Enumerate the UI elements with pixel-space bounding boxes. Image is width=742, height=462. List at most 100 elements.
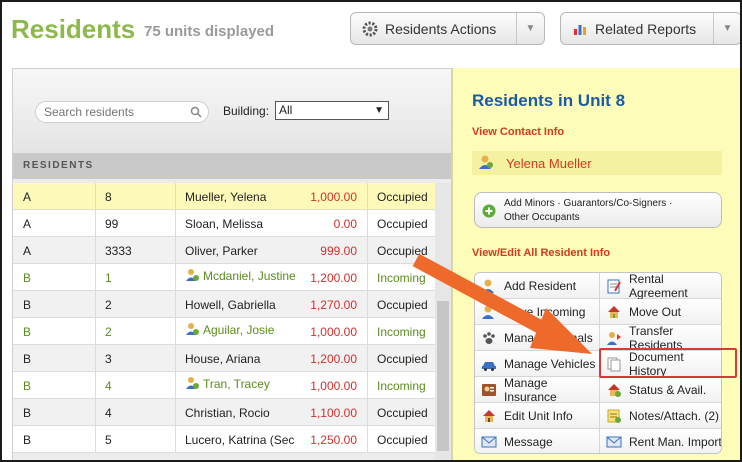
edit-unit-info-label: Edit Unit Info <box>504 408 573 423</box>
cell-amount: 1,000.00 <box>310 325 357 339</box>
cell-amount: 1,200.00 <box>310 352 357 366</box>
cell-name: Mcdaniel, Justine <box>203 269 296 283</box>
units-count: 75 units displayed <box>144 23 275 40</box>
person-icon <box>478 154 494 173</box>
add-occupants-label-line2: Other Occupants <box>504 212 580 223</box>
rent-man-import-button[interactable]: Rent Man. Import <box>599 429 721 453</box>
cell-status: Incoming <box>377 325 426 339</box>
chevron-down-icon: ▼ <box>374 105 384 116</box>
table-row[interactable]: B 2 Aguilar, Josie 1,000.00 Incoming <box>13 318 435 345</box>
message-label: Message <box>504 434 553 449</box>
cell-building: B <box>23 298 32 312</box>
table-scrollbar[interactable] <box>435 183 451 460</box>
chevron-down-icon[interactable]: ▼ <box>713 13 740 44</box>
transfer-residents-button[interactable]: Transfer Residents <box>599 323 721 352</box>
documents-icon <box>605 355 623 373</box>
cell-amount: 999.00 <box>320 244 357 258</box>
move-incoming-label: Move Incoming <box>504 304 586 319</box>
unit-actions-grid: Add Resident Rental Agreement Move Incom… <box>474 272 722 454</box>
view-edit-resident-info-link[interactable]: View/Edit All Resident Info <box>472 247 610 259</box>
app-window: Residents 75 units displayed Residents A… <box>0 0 742 462</box>
scrollbar-thumb[interactable] <box>437 301 449 451</box>
cell-amount: 1,000.00 <box>310 379 357 393</box>
view-contact-info-link[interactable]: View Contact Info <box>472 126 564 138</box>
column-divider <box>175 183 176 453</box>
cell-status: Occupied <box>377 244 428 258</box>
residents-actions-button[interactable]: Residents Actions ▼ <box>350 12 545 45</box>
manage-insurance-label: Manage Insurance <box>504 375 557 404</box>
move-out-button[interactable]: Move Out <box>599 299 721 325</box>
table-row[interactable]: B 3 House, Ariana 1,200.00 Occupied <box>13 345 435 372</box>
table-row[interactable]: B 4 Christian, Rocio 1,100.00 Occupied <box>13 399 435 426</box>
cell-building: B <box>23 325 32 339</box>
manage-vehicles-label: Manage Vehicles <box>504 356 596 371</box>
move-incoming-button[interactable]: Move Incoming <box>475 299 599 325</box>
table-row[interactable]: B 1 Mcdaniel, Justine 1,200.00 Incoming <box>13 264 435 291</box>
cell-unit: 5 <box>105 433 112 447</box>
cell-name-wrap: Tran, Tracey <box>185 376 305 393</box>
building-label: Building: <box>223 104 270 118</box>
column-divider <box>367 183 368 453</box>
manage-animals-button[interactable]: Manage Animals <box>475 325 599 351</box>
add-occupants-label-line1: Add Minors · Guarantors/Co-Signers · <box>504 198 673 209</box>
manage-animals-label: Manage Animals <box>504 330 593 345</box>
cell-unit: 2 <box>105 325 112 339</box>
cell-name: House, Ariana <box>185 352 261 366</box>
document-history-button[interactable]: Document History <box>599 349 721 378</box>
cell-status: Occupied <box>377 190 428 204</box>
table-row[interactable]: B 4 Tran, Tracey 1,000.00 Incoming <box>13 372 435 399</box>
table-row[interactable]: B 2 Howell, Gabriella 1,270.00 Occupied <box>13 291 435 318</box>
cell-name: Howell, Gabriella <box>185 298 276 312</box>
status-avail-button[interactable]: Status & Avail. <box>599 377 721 403</box>
chevron-down-icon[interactable]: ▼ <box>516 13 544 44</box>
cell-unit: 99 <box>105 217 119 231</box>
search-toolbar: Building: All ▼ <box>13 69 451 153</box>
table-row[interactable]: A 99 Sloan, Melissa 0.00 Occupied <box>13 210 435 237</box>
status-avail-label: Status & Avail. <box>629 382 707 397</box>
cell-name-wrap: Mcdaniel, Justine <box>185 268 305 285</box>
add-resident-button[interactable]: Add Resident <box>475 273 599 299</box>
house-status-icon <box>605 381 623 399</box>
table-row[interactable]: A 8 Mueller, Yelena 1,000.00 Occupied <box>13 183 435 210</box>
message-button[interactable]: Message <box>475 429 599 453</box>
transfer-residents-label: Transfer Residents <box>629 323 683 352</box>
rental-agreement-button[interactable]: Rental Agreement <box>599 272 721 300</box>
building-select[interactable]: All ▼ <box>275 101 389 120</box>
envelope-import-icon <box>605 433 623 451</box>
document-history-label: Document History <box>629 349 684 378</box>
manage-vehicles-button[interactable]: Manage Vehicles <box>475 351 599 377</box>
person-icon <box>185 322 199 339</box>
move-out-label: Move Out <box>629 304 682 319</box>
cell-building: B <box>23 406 32 420</box>
rental-agreement-label: Rental Agreement <box>629 272 688 300</box>
cell-unit: 1 <box>105 271 112 285</box>
search-icon[interactable] <box>190 106 202 121</box>
edit-unit-info-button[interactable]: Edit Unit Info <box>475 403 599 429</box>
page-title: Residents <box>11 14 136 44</box>
related-reports-label: Related Reports <box>595 20 697 37</box>
search-input[interactable] <box>44 105 184 119</box>
notes-attach-label: Notes/Attach. (2) <box>629 408 720 423</box>
cell-name: Sloan, Melissa <box>185 217 264 231</box>
cell-building: B <box>23 433 32 447</box>
search-box[interactable] <box>35 101 209 123</box>
document-edit-icon <box>605 277 623 295</box>
cell-name: Christian, Rocio <box>185 406 270 420</box>
tenant-name: Yelena Mueller <box>506 155 592 171</box>
table-row[interactable]: A 3333 Oliver, Parker 999.00 Occupied <box>13 237 435 264</box>
notes-attach-button[interactable]: Notes/Attach. (2) <box>599 403 721 429</box>
cell-building: A <box>23 190 32 204</box>
unit-details-panel: Residents in Unit 8 View Contact Info Ye… <box>452 68 740 460</box>
table-row[interactable]: B 5 Lucero, Katrina (Sec 1,250.00 Occupi… <box>13 426 435 453</box>
cell-amount: 1,270.00 <box>310 298 357 312</box>
bar-chart-icon <box>571 20 589 38</box>
cell-unit: 4 <box>105 379 112 393</box>
residents-section-header: RESIDENTS <box>13 153 451 179</box>
house-edit-icon <box>480 407 498 425</box>
add-occupants-button[interactable]: Add Minors · Guarantors/Co-Signers · Oth… <box>474 192 722 228</box>
manage-insurance-button[interactable]: Manage Insurance <box>475 375 599 404</box>
cell-unit: 3333 <box>105 244 132 258</box>
cell-status: Occupied <box>377 406 428 420</box>
tenant-row[interactable]: Yelena Mueller <box>472 151 722 175</box>
related-reports-button[interactable]: Related Reports ▼ <box>560 12 740 45</box>
